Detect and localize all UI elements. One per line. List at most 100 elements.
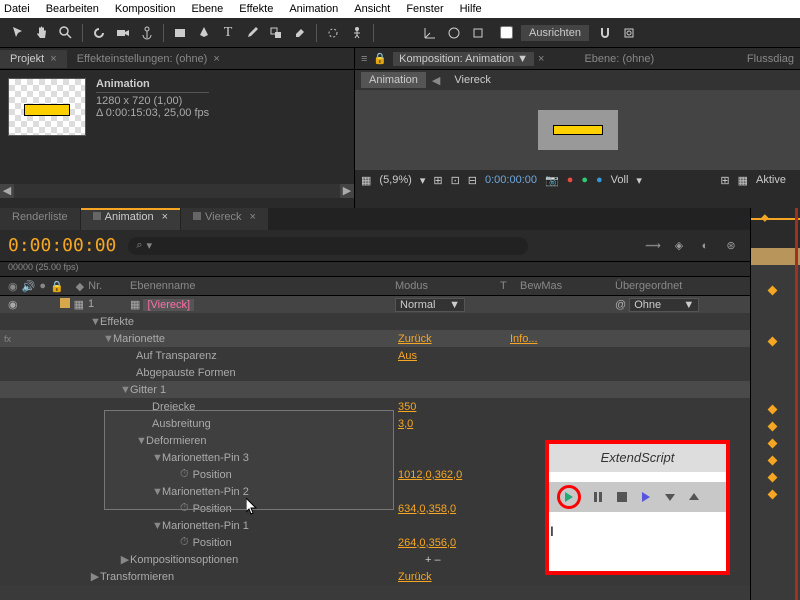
solo-column-icon[interactable]: ● <box>39 280 46 293</box>
menu-datei[interactable]: Datei <box>4 3 30 15</box>
pen-tool-icon[interactable] <box>194 23 214 43</box>
label-column-icon[interactable]: ◆ <box>76 280 84 293</box>
3d-icon[interactable]: ▦ <box>738 174 748 187</box>
close-icon[interactable]: × <box>213 53 219 65</box>
selection-tool-icon[interactable] <box>8 23 28 43</box>
timeline-search[interactable]: ⌕▾ <box>128 237 528 255</box>
comp-subtab-viereck[interactable]: Viereck <box>446 72 498 88</box>
layer-shy-icon[interactable]: ▦ <box>74 298 84 311</box>
timeline-track-area[interactable]: ⬥ <box>750 208 800 600</box>
parent-pickwhip-icon[interactable]: @ <box>615 299 626 311</box>
menu-ebene[interactable]: Ebene <box>191 3 223 15</box>
tab-viereck[interactable]: Viereck× <box>181 208 268 230</box>
transparency-prop[interactable]: Auf TransparenzAus <box>0 347 800 364</box>
scroll-left-icon[interactable]: ◀ <box>0 184 14 198</box>
puppet-tool-icon[interactable] <box>347 23 367 43</box>
step-out-button[interactable] <box>687 490 701 504</box>
blend-mode-dropdown[interactable]: Normal▼ <box>395 298 465 312</box>
lock-column-icon[interactable]: 🔒 <box>50 280 64 293</box>
text-tool-icon[interactable]: T <box>218 23 238 43</box>
menu-ansicht[interactable]: Ansicht <box>354 3 390 15</box>
camera-tool-icon[interactable] <box>113 23 133 43</box>
draft3d-icon[interactable]: ◈ <box>670 237 688 255</box>
frame-display[interactable]: 00000 (25.00 fps) <box>0 262 800 276</box>
ruler-icon[interactable]: ⊡ <box>451 174 460 187</box>
layer-name[interactable]: [Viereck] <box>143 299 194 311</box>
eraser-tool-icon[interactable] <box>290 23 310 43</box>
tab-animation[interactable]: Animation× <box>81 208 180 230</box>
composition-name: Animation <box>96 78 209 93</box>
flowchart-tab[interactable]: Flussdiag <box>747 53 794 65</box>
pause-button[interactable] <box>591 490 605 504</box>
channel-icon[interactable]: ● <box>567 174 574 186</box>
grid-icon[interactable]: ▦ <box>361 174 371 187</box>
close-icon[interactable]: × <box>50 53 56 65</box>
stopwatch-icon[interactable]: ⏱ <box>180 502 189 515</box>
lock-icon[interactable]: 🔒 <box>373 52 387 65</box>
parent-dropdown[interactable]: Ohne▼ <box>629 298 699 312</box>
triangles-prop[interactable]: Dreiecke350 <box>0 398 800 415</box>
composition-thumbnail[interactable] <box>8 78 86 136</box>
snapshot-icon[interactable]: 📷 <box>545 174 559 187</box>
visibility-toggle[interactable]: ◉ <box>8 298 18 311</box>
eye-column-icon[interactable]: ◉ <box>8 280 18 293</box>
chevron-left-icon[interactable]: ◀ <box>432 74 440 87</box>
snap-icon[interactable] <box>595 23 615 43</box>
menu-effekte[interactable]: Effekte <box>239 3 273 15</box>
resolution-icon[interactable]: ⊞ <box>433 174 442 187</box>
layer-row[interactable]: ◉ ▦ 1 ▦ [Viereck] Normal▼ @ Ohne▼ <box>0 296 800 313</box>
brain-icon[interactable]: ⊛ <box>722 237 740 255</box>
grid-group[interactable]: ▼Gitter 1 <box>0 381 800 398</box>
axis-local-icon[interactable] <box>420 23 440 43</box>
step-into-button[interactable] <box>663 490 677 504</box>
stop-button[interactable] <box>615 490 629 504</box>
comp-subtab-animation[interactable]: Animation <box>361 72 426 88</box>
active-camera[interactable]: Aktive <box>756 174 786 186</box>
zoom-tool-icon[interactable] <box>56 23 76 43</box>
timeline-columns: ◉ 🔊 ● 🔒 ◆ Nr. Ebenenname Modus T BewMas … <box>0 276 800 296</box>
composition-viewer[interactable] <box>355 90 800 170</box>
step-button[interactable] <box>639 490 653 504</box>
effects-group[interactable]: ▼Effekte <box>0 313 800 330</box>
search-icon[interactable] <box>619 23 639 43</box>
clone-tool-icon[interactable] <box>266 23 286 43</box>
spread-prop[interactable]: Ausbreitung3,0 <box>0 415 800 432</box>
roto-tool-icon[interactable] <box>323 23 343 43</box>
scrollbar-horizontal[interactable]: ◀ ▶ <box>0 184 354 198</box>
rect-tool-icon[interactable] <box>170 23 190 43</box>
hand-tool-icon[interactable] <box>32 23 52 43</box>
current-timecode[interactable]: 0:00:00:00 <box>8 235 116 256</box>
graph-icon[interactable]: ⟿ <box>644 237 662 255</box>
scroll-right-icon[interactable]: ▶ <box>340 184 354 198</box>
zoom-level[interactable]: (5,9%) <box>379 174 411 186</box>
align-button[interactable]: Ausrichten <box>521 25 589 41</box>
play-button[interactable] <box>557 485 581 509</box>
menu-bearbeiten[interactable]: Bearbeiten <box>46 3 99 15</box>
menu-komposition[interactable]: Komposition <box>115 3 176 15</box>
menu-animation[interactable]: Animation <box>289 3 338 15</box>
quality-dropdown[interactable]: Voll <box>611 174 629 186</box>
axis-view-icon[interactable] <box>468 23 488 43</box>
effect-settings-tab[interactable]: Effekteinstellungen: (ohne)× <box>67 50 230 68</box>
audio-column-icon[interactable]: 🔊 <box>22 280 36 293</box>
stopwatch-icon[interactable]: ⏱ <box>180 468 189 481</box>
composition-dropdown[interactable]: Komposition: Animation ▼ <box>393 52 534 66</box>
project-tab[interactable]: Projekt× <box>0 50 67 68</box>
rotate-tool-icon[interactable] <box>89 23 109 43</box>
align-checkbox[interactable] <box>500 26 513 39</box>
layer-color[interactable] <box>60 298 70 308</box>
puppet-effect[interactable]: fx▼MarionetteZurückInfo... <box>0 330 800 347</box>
axis-world-icon[interactable] <box>444 23 464 43</box>
menu-fenster[interactable]: Fenster <box>406 3 443 15</box>
mask-icon[interactable]: ⊟ <box>468 174 477 187</box>
paused-shapes-prop[interactable]: Abgepauste Formen <box>0 364 800 381</box>
menu-hilfe[interactable]: Hilfe <box>460 3 482 15</box>
motion-blur-icon[interactable]: ◐ <box>696 237 714 255</box>
stopwatch-icon[interactable]: ⏱ <box>180 536 189 549</box>
anchor-tool-icon[interactable] <box>137 23 157 43</box>
view-icon[interactable]: ⊞ <box>720 174 729 187</box>
tab-renderliste[interactable]: Renderliste <box>0 208 80 230</box>
comp-timecode[interactable]: 0:00:00:00 <box>485 174 537 186</box>
panel-menu-icon[interactable]: ≡ <box>361 53 367 65</box>
brush-tool-icon[interactable] <box>242 23 262 43</box>
